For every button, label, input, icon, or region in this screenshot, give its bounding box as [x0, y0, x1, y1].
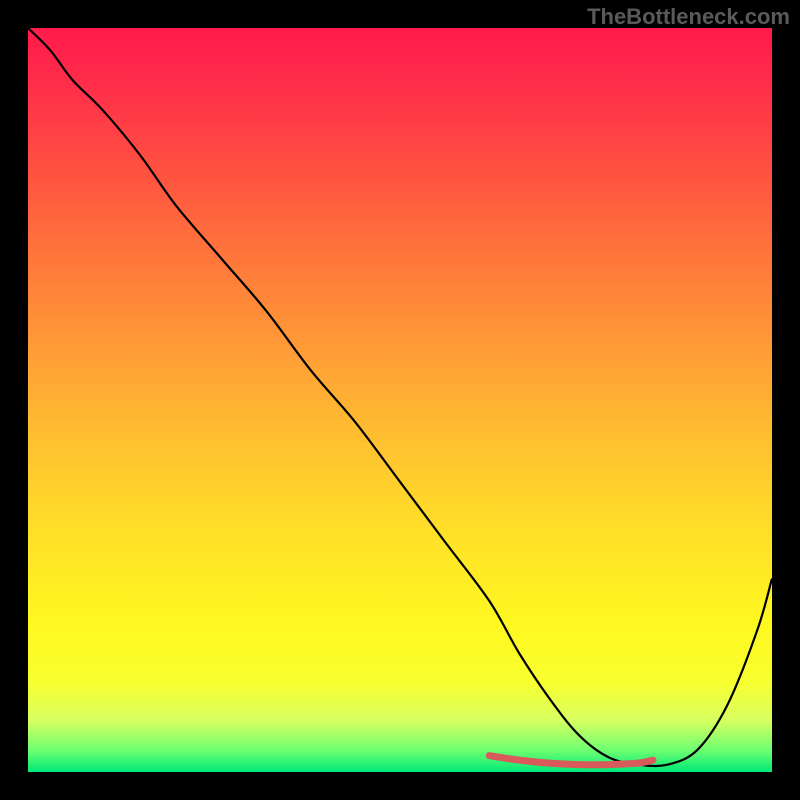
watermark-text: TheBottleneck.com [587, 4, 790, 30]
chart-svg [28, 28, 772, 772]
bottleneck-curve [28, 28, 772, 766]
plot-area [28, 28, 772, 772]
optimal-range-marker [489, 756, 653, 765]
